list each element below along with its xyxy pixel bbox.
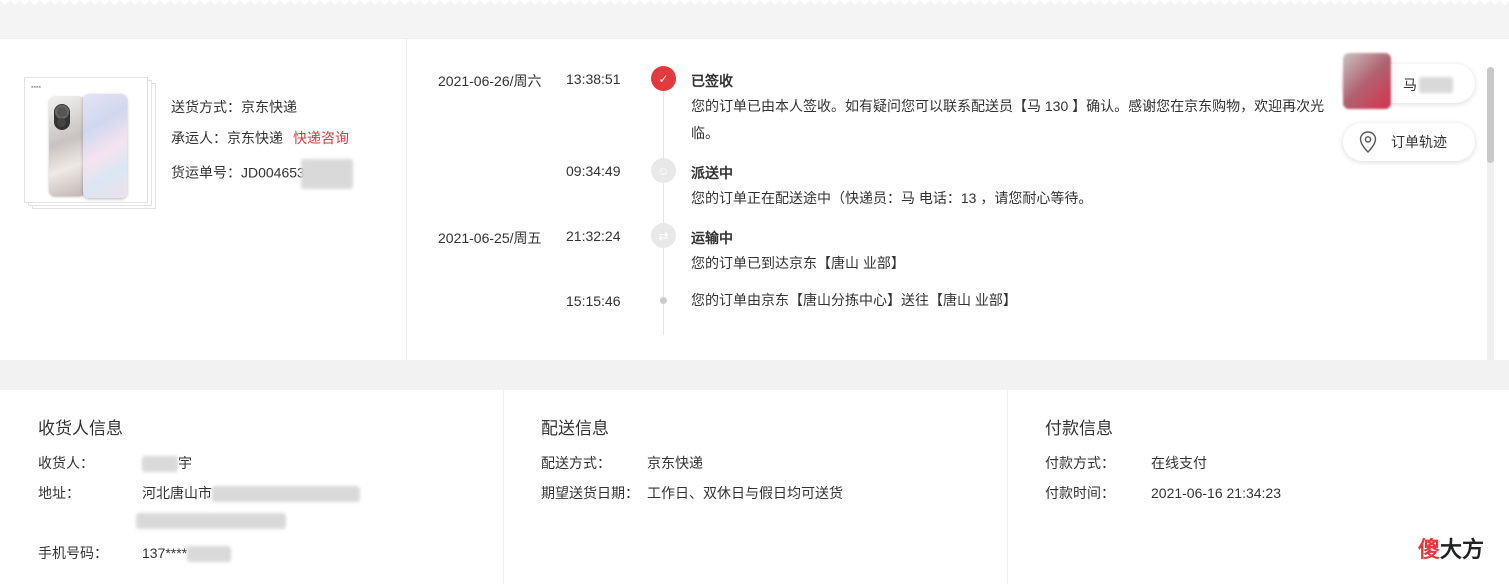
watermark-red: 傻 (1418, 537, 1441, 562)
shipping-method-label: 送货方式： (171, 99, 241, 115)
product-image[interactable]: ▪▪▪▪ (24, 77, 148, 203)
timeline-scrollbar[interactable] (1487, 67, 1494, 363)
expected-date-value: 工作日、双休日与假日均可送货 (647, 485, 843, 501)
redacted-blur (136, 513, 286, 530)
brand-logo: ▪▪▪▪ (31, 84, 41, 91)
zigzag-edge (0, 0, 1509, 10)
order-info-section: 收货人信息 收货人： 宇 地址： 河北唐山市 手机号码： 137**** 配送信息 配… (0, 390, 1509, 584)
payment-time-label: 付款时间： (1045, 485, 1115, 501)
entry-time: 15:15:46 (566, 293, 621, 309)
delivery-method-row: 配送方式： 京东快递 (541, 453, 703, 473)
entry-description: 您的订单由京东【唐山分拣中心】送往【唐山 业部】 (691, 292, 1017, 308)
order-track-button[interactable]: 订单轨迹 (1343, 123, 1475, 161)
redacted-blur (187, 546, 232, 563)
payment-title: 付款信息 (1045, 419, 1113, 438)
entry-status: 运输中 (691, 230, 733, 246)
payment-method-value: 在线支付 (1151, 455, 1207, 471)
receiver-info: 收货人信息 收货人： 宇 地址： 河北唐山市 手机号码： 137**** (0, 390, 503, 584)
carrier-value: 京东快递 (227, 130, 283, 146)
payment-method-row: 付款方式： 在线支付 (1045, 453, 1207, 473)
entry-time: 09:34:49 (566, 163, 621, 179)
waybill-value: JD004653 (241, 164, 305, 181)
watermark-logo: 傻大方 (1418, 532, 1484, 564)
entry-date: 2021-06-25/周五 (438, 230, 542, 246)
scrollbar-thumb[interactable] (1487, 67, 1494, 163)
entry-time: 13:38:51 (566, 71, 621, 87)
entry-description: 您的订单已由本人签收。如有疑问您可以联系配送员【马 130 】确认。感谢您在京东… (691, 98, 1325, 141)
receiver-name-row: 收货人： 宇 (38, 453, 192, 473)
receiver-address-line2 (136, 512, 286, 530)
receiver-name-value: 宇 (178, 455, 192, 471)
courier-icon: ☺ (651, 158, 676, 183)
phone-front-image (83, 94, 127, 198)
entry-date: 2021-06-26/周六 (438, 73, 542, 89)
top-band (0, 0, 1509, 38)
redacted-blur (1419, 77, 1453, 93)
receiver-title: 收货人信息 (38, 419, 123, 438)
truck-icon: ⇄ (651, 223, 676, 248)
courier-avatar (1343, 53, 1391, 109)
phone-back-image (49, 96, 85, 196)
expected-date-row: 期望送货日期： 工作日、双休日与假日均可送货 (541, 483, 843, 503)
section-gap (0, 360, 1509, 390)
watermark-black: 大方 (1440, 537, 1485, 562)
express-inquiry-link[interactable]: 快递咨询 (293, 130, 349, 146)
dot-icon (660, 297, 667, 304)
carrier-row: 承运人：京东快递 快递咨询 (171, 128, 349, 148)
product-image-stack[interactable]: ▪▪▪▪ (24, 77, 156, 209)
payment-time-value: 2021-06-16 21:34:23 (1151, 485, 1281, 501)
entry-description: 您的订单正在配送途中（快递员：马 电话：13 ，请您耐心等待。 (691, 190, 1093, 206)
entry-status: 派送中 (691, 165, 733, 181)
entry-description: 您的订单已到达京东【唐山 业部】 (691, 255, 905, 271)
delivery-method-label: 配送方式： (541, 455, 611, 471)
waybill-label: 货运单号： (171, 164, 241, 181)
courier-name: 马 (1403, 77, 1417, 93)
payment-method-label: 付款方式： (1045, 455, 1115, 471)
entry-time: 21:32:24 (566, 228, 621, 244)
payment-time-row: 付款时间： 2021-06-16 21:34:23 (1045, 483, 1281, 503)
receiver-phone-row: 手机号码： 137**** (38, 543, 232, 563)
receiver-phone-label: 手机号码： (38, 545, 108, 561)
redacted-blur (142, 456, 178, 473)
entry-status: 已签收 (691, 73, 733, 89)
waybill-row: 货运单号：JD004653 (171, 159, 353, 189)
receiver-address-value: 河北唐山市 (142, 485, 212, 501)
package-summary: ▪▪▪▪ 送货方式：京东快递 承运人：京东快递 快递咨询 货运单号：JD00465… (0, 39, 407, 361)
shipping-method-value: 京东快递 (241, 99, 297, 115)
delivery-info: 配送信息 配送方式： 京东快递 期望送货日期： 工作日、双休日与假日均可送货 (503, 390, 1007, 584)
receiver-phone-value: 137**** (142, 545, 188, 561)
receiver-name-label: 收货人： (38, 455, 94, 471)
check-icon: ✓ (651, 66, 676, 91)
redacted-blur (212, 486, 360, 503)
expected-date-label: 期望送货日期： (541, 485, 639, 501)
redacted-blur (300, 159, 353, 189)
carrier-label: 承运人： (171, 130, 227, 146)
receiver-address-row: 地址： 河北唐山市 (38, 483, 360, 503)
location-pin-icon (1359, 131, 1377, 153)
order-track-label: 订单轨迹 (1391, 134, 1447, 150)
delivery-title: 配送信息 (541, 419, 609, 438)
shipment-panel: ▪▪▪▪ 送货方式：京东快递 承运人：京东快递 快递咨询 货运单号：JD00465… (0, 38, 1509, 363)
receiver-address-label: 地址： (38, 485, 80, 501)
shipping-method-row: 送货方式：京东快递 (171, 97, 297, 117)
delivery-method-value: 京东快递 (647, 455, 703, 471)
